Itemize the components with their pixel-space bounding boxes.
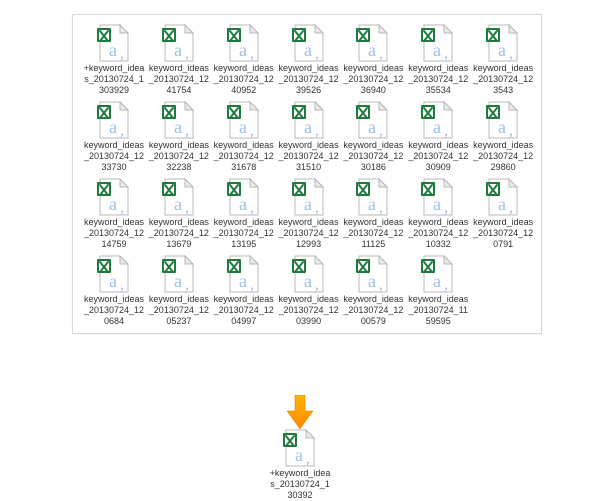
excel-csv-icon [224,23,264,63]
file-item[interactable]: keyword_ideas_20130724_1211125 [342,177,404,250]
file-label: keyword_ideas_20130724_1240952 [213,63,275,96]
excel-csv-icon [483,177,523,217]
excel-csv-icon [353,254,393,294]
file-label: keyword_ideas_20130724_1229860 [472,140,534,173]
file-label: keyword_ideas_20130724_1203990 [278,294,340,327]
excel-csv-icon [159,23,199,63]
excel-csv-icon [159,254,199,294]
excel-csv-icon [418,23,458,63]
file-item[interactable]: keyword_ideas_20130724_1213679 [148,177,210,250]
excel-csv-icon [418,100,458,140]
excel-csv-icon [159,100,199,140]
excel-csv-icon [289,177,329,217]
file-item[interactable]: keyword_ideas_20130724_1212993 [278,177,340,250]
excel-csv-icon [418,177,458,217]
file-item[interactable]: keyword_ideas_20130724_1213195 [213,177,275,250]
file-label: keyword_ideas_20130724_1200579 [342,294,404,327]
file-item[interactable]: +keyword_ideas_20130724_1303929 [83,23,145,96]
file-item[interactable]: keyword_ideas_20130724_1159595 [407,254,469,327]
file-item[interactable]: keyword_ideas_20130724_1233730 [83,100,145,173]
excel-csv-icon [280,428,320,468]
file-item[interactable]: keyword_ideas_20130724_1232238 [148,100,210,173]
file-item[interactable]: keyword_ideas_20130724_1231510 [278,100,340,173]
file-item[interactable]: keyword_ideas_20130724_1214759 [83,177,145,250]
file-label: keyword_ideas_20130724_120791 [472,217,534,250]
file-label: keyword_ideas_20130724_1231510 [278,140,340,173]
file-item[interactable]: keyword_ideas_20130724_1205237 [148,254,210,327]
excel-csv-icon [159,177,199,217]
file-item[interactable]: keyword_ideas_20130724_1230186 [342,100,404,173]
excel-csv-icon [224,254,264,294]
file-label: keyword_ideas_20130724_1213195 [213,217,275,250]
file-label: keyword_ideas_20130724_1159595 [407,294,469,327]
excel-csv-icon [94,100,134,140]
file-label: keyword_ideas_20130724_1210332 [407,217,469,250]
file-label: +keyword_ideas_20130724_1303929 [83,63,145,96]
file-item[interactable]: keyword_ideas_20130724_1241754 [148,23,210,96]
file-label: keyword_ideas_20130724_1230909 [407,140,469,173]
result-file-area: +keyword_ideas_20130724_130392 [0,428,600,501]
excel-csv-icon [353,177,393,217]
excel-csv-icon [418,254,458,294]
file-item[interactable]: keyword_ideas_20130724_120791 [472,177,534,250]
file-label: keyword_ideas_20130724_1213679 [148,217,210,250]
file-label: keyword_ideas_20130724_1241754 [148,63,210,96]
file-item[interactable]: keyword_ideas_20130724_1236940 [342,23,404,96]
excel-csv-icon [224,177,264,217]
file-label: keyword_ideas_20130724_1239526 [278,63,340,96]
file-item[interactable]: keyword_ideas_20130724_1240952 [213,23,275,96]
excel-csv-icon [483,23,523,63]
arrow-down-icon [285,395,315,429]
file-label: keyword_ideas_20130724_1204997 [213,294,275,327]
source-files-panel: +keyword_ideas_20130724_1303929 keyword_… [72,14,542,334]
file-label: +keyword_ideas_20130724_130392 [269,468,331,501]
file-item[interactable]: keyword_ideas_20130724_1204997 [213,254,275,327]
file-label: keyword_ideas_20130724_1230186 [342,140,404,173]
excel-csv-icon [289,23,329,63]
excel-csv-icon [289,100,329,140]
file-label: keyword_ideas_20130724_123543 [472,63,534,96]
file-label: keyword_ideas_20130724_1231678 [213,140,275,173]
file-label: keyword_ideas_20130724_1236940 [342,63,404,96]
file-item[interactable]: keyword_ideas_20130724_1235534 [407,23,469,96]
file-label: keyword_ideas_20130724_120684 [83,294,145,327]
file-item[interactable]: keyword_ideas_20130724_1239526 [278,23,340,96]
file-item[interactable]: keyword_ideas_20130724_1229860 [472,100,534,173]
excel-csv-icon [94,177,134,217]
file-label: keyword_ideas_20130724_1214759 [83,217,145,250]
excel-csv-icon [94,23,134,63]
file-item[interactable]: keyword_ideas_20130724_1200579 [342,254,404,327]
file-label: keyword_ideas_20130724_1232238 [148,140,210,173]
file-item[interactable]: keyword_ideas_20130724_1210332 [407,177,469,250]
merge-arrow [0,395,600,429]
file-item[interactable]: keyword_ideas_20130724_123543 [472,23,534,96]
file-item[interactable]: keyword_ideas_20130724_1230909 [407,100,469,173]
file-label: keyword_ideas_20130724_1233730 [83,140,145,173]
excel-csv-icon [483,100,523,140]
excel-csv-icon [353,100,393,140]
file-item[interactable]: keyword_ideas_20130724_1203990 [278,254,340,327]
excel-csv-icon [353,23,393,63]
result-file[interactable]: +keyword_ideas_20130724_130392 [269,428,331,501]
excel-csv-icon [289,254,329,294]
file-grid: +keyword_ideas_20130724_1303929 keyword_… [83,23,535,327]
excel-csv-icon [94,254,134,294]
file-item[interactable]: keyword_ideas_20130724_1231678 [213,100,275,173]
file-label: keyword_ideas_20130724_1211125 [342,217,404,250]
file-item[interactable]: keyword_ideas_20130724_120684 [83,254,145,327]
file-label: keyword_ideas_20130724_1205237 [148,294,210,327]
file-label: keyword_ideas_20130724_1212993 [278,217,340,250]
file-label: keyword_ideas_20130724_1235534 [407,63,469,96]
excel-csv-icon [224,100,264,140]
